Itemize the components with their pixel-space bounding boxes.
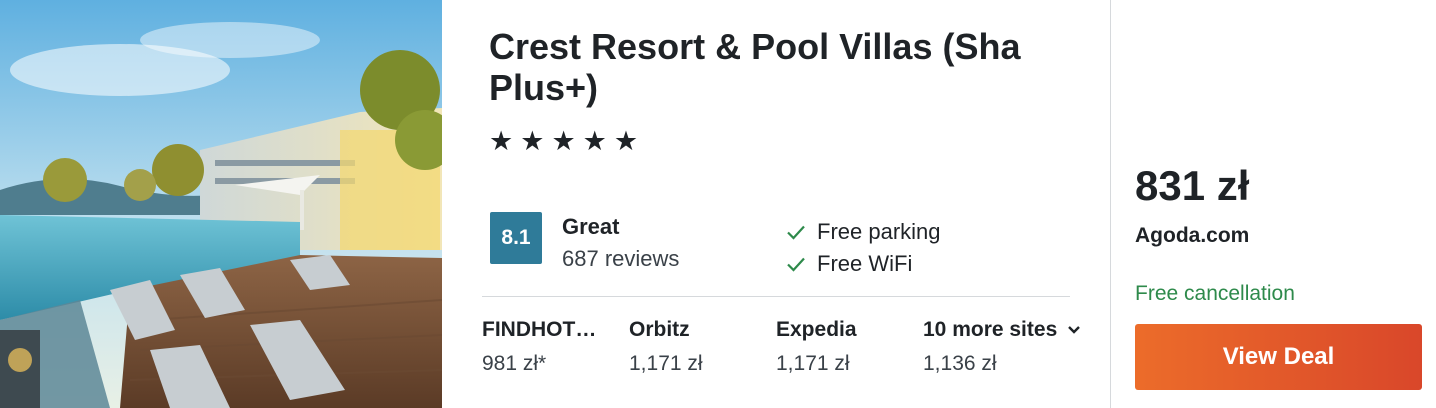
best-deal-panel: 831 zł Agoda.com Free cancellation View … bbox=[1111, 0, 1436, 408]
deal-price: 831 zł bbox=[1135, 162, 1250, 209]
hotel-photo[interactable] bbox=[0, 0, 442, 408]
hotel-info: Crest Resort & Pool Villas (Sha Plus+) ★… bbox=[442, 0, 1110, 408]
hotel-photo-image bbox=[0, 0, 442, 408]
divider bbox=[482, 296, 1070, 297]
amenity-item: Free parking bbox=[786, 216, 941, 248]
view-deal-button[interactable]: View Deal bbox=[1135, 324, 1422, 390]
free-cancellation-label: Free cancellation bbox=[1135, 282, 1295, 305]
site-price: 1,171 zł bbox=[776, 352, 850, 375]
more-sites-toggle[interactable]: 10 more sites bbox=[923, 318, 1081, 342]
review-count[interactable]: 687 reviews bbox=[562, 246, 679, 272]
amenity-label: Free WiFi bbox=[817, 251, 913, 276]
rating-label: Great bbox=[562, 214, 620, 239]
chevron-down-icon bbox=[1067, 325, 1081, 335]
deal-provider: Agoda.com bbox=[1135, 224, 1250, 247]
site-name: Orbitz bbox=[629, 318, 690, 341]
site-name: Expedia bbox=[776, 318, 857, 341]
site-price: 981 zł* bbox=[482, 352, 547, 375]
hotel-result-card: Crest Resort & Pool Villas (Sha Plus+) ★… bbox=[0, 0, 1436, 408]
star-rating: ★ ★ ★ ★ ★ bbox=[489, 125, 638, 157]
site-offer[interactable]: Orbitz 1,171 zł bbox=[629, 318, 703, 376]
site-price: 1,136 zł bbox=[923, 352, 997, 375]
star-icon: ★ bbox=[551, 126, 576, 156]
more-sites-label: 10 more sites bbox=[923, 318, 1058, 341]
star-icon: ★ bbox=[613, 126, 639, 156]
star-icon: ★ bbox=[582, 126, 607, 156]
star-icon: ★ bbox=[489, 126, 514, 156]
check-icon bbox=[786, 224, 810, 240]
hotel-name[interactable]: Crest Resort & Pool Villas (Sha Plus+) bbox=[489, 26, 1049, 108]
price-comparison-sites: FINDHOT… 981 zł* Orbitz 1,171 zł Expedia… bbox=[482, 318, 1104, 388]
star-icon: ★ bbox=[520, 126, 545, 156]
more-sites-dropdown[interactable]: 10 more sites 1,136 zł bbox=[923, 318, 1081, 376]
rating-score-badge: 8.1 bbox=[490, 212, 542, 264]
site-name: FINDHOT… bbox=[482, 318, 597, 341]
amenity-label: Free parking bbox=[817, 219, 941, 244]
amenity-item: Free WiFi bbox=[786, 248, 941, 280]
check-icon bbox=[786, 256, 810, 272]
site-offer[interactable]: FINDHOT… 981 zł* bbox=[482, 318, 596, 376]
site-price: 1,171 zł bbox=[629, 352, 703, 375]
site-offer[interactable]: Expedia 1,171 zł bbox=[776, 318, 857, 376]
amenities-list: Free parking Free WiFi bbox=[786, 216, 941, 280]
